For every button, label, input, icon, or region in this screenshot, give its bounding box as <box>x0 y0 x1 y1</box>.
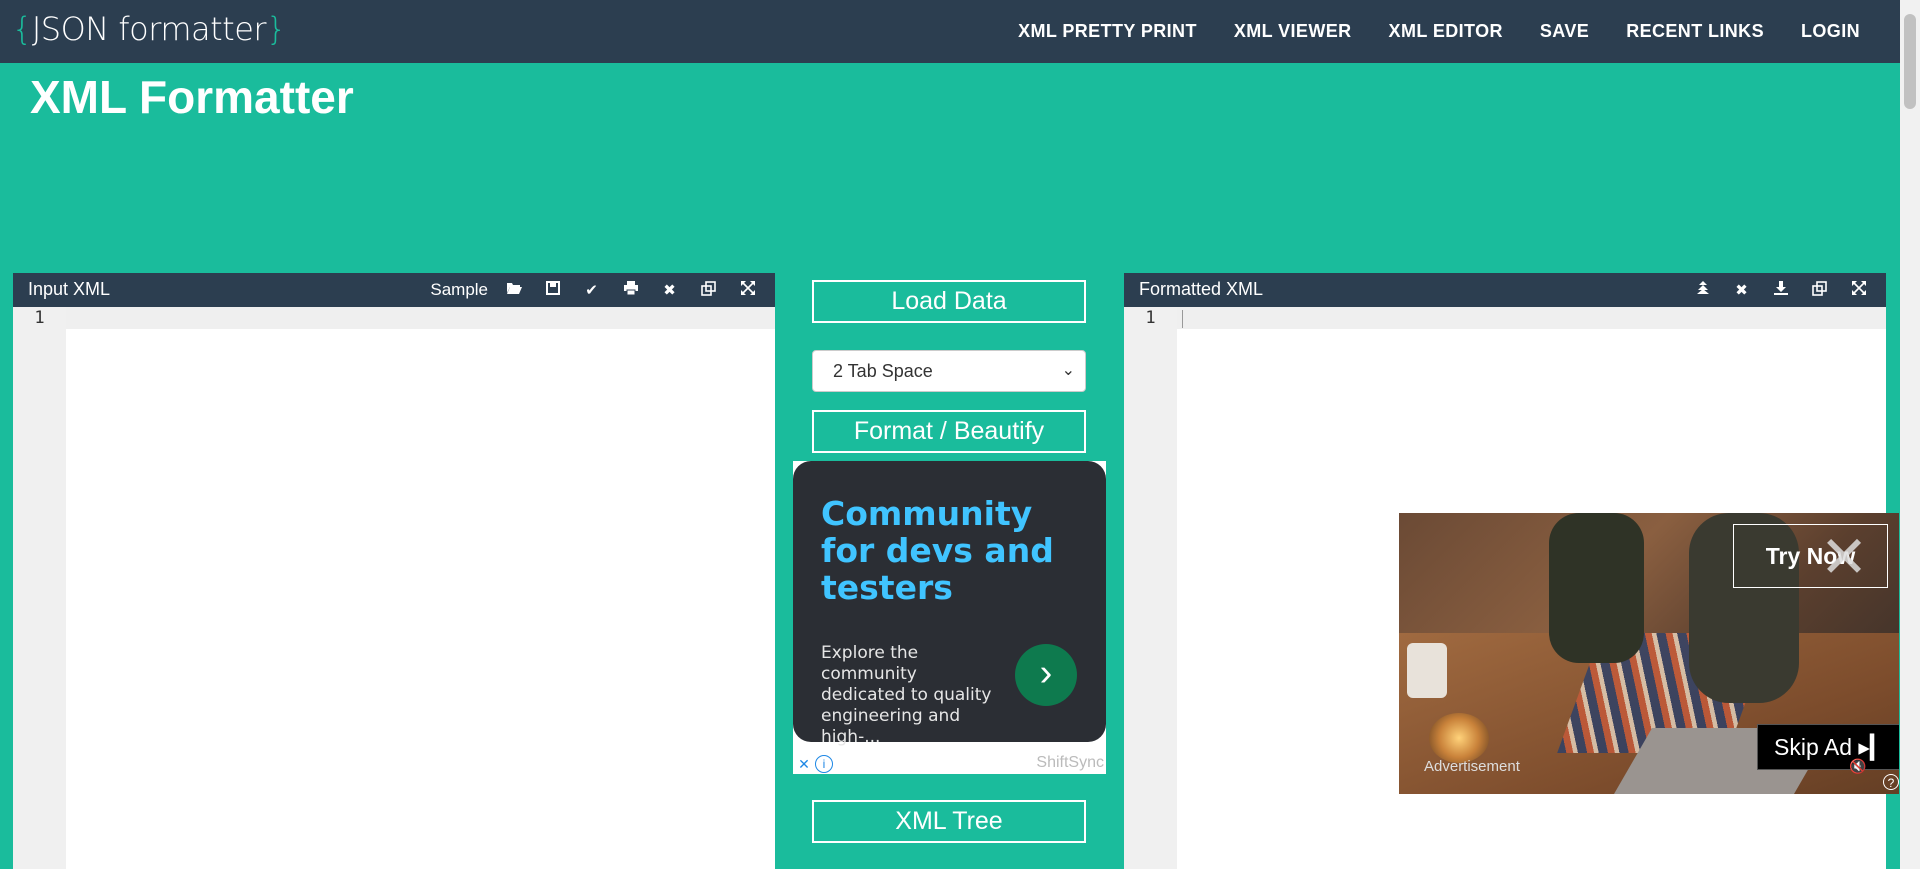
logo-text: JSON formatter <box>31 10 267 48</box>
save-icon[interactable] <box>533 281 572 299</box>
output-panel-title: Formatted XML <box>1139 279 1264 299</box>
nav-xml-pretty-print[interactable]: XML PRETTY PRINT <box>1018 21 1197 42</box>
chevron-down-icon: ⌄ <box>1061 362 1075 379</box>
ad-headline: Community for devs and testers <box>821 494 1054 607</box>
copy-icon[interactable] <box>689 280 728 300</box>
advertisement-label: Advertisement <box>1424 758 1520 775</box>
sample-button[interactable]: Sample <box>430 280 488 300</box>
main-nav: XML PRETTY PRINT XML VIEWER XML EDITOR S… <box>981 0 1860 63</box>
mute-icon[interactable]: 🔇 <box>1849 758 1866 775</box>
input-toolbar: Sample ✔ ✖ <box>430 273 767 307</box>
nav-recent-links[interactable]: RECENT LINKS <box>1626 21 1764 42</box>
ad-footer: ✕ i ShiftSync <box>793 753 1106 774</box>
open-file-icon[interactable] <box>494 281 533 299</box>
nav-login[interactable]: LOGIN <box>1801 21 1860 42</box>
clear-output-icon[interactable]: ✖ <box>1722 281 1761 299</box>
top-navbar: {JSON formatter} XML PRETTY PRINT XML VI… <box>0 0 1900 63</box>
output-panel-header: Formatted XML ✖ <box>1124 273 1886 307</box>
output-gutter <box>1124 307 1177 869</box>
output-line-number: 1 <box>1145 308 1156 328</box>
ad-body: Explore the community dedicated to quali… <box>821 643 992 747</box>
video-ad[interactable]: Try Now ✕ Advertisement Skip Ad ▸▎ 🔇 ? <box>1399 513 1899 794</box>
download-icon[interactable] <box>1761 281 1800 299</box>
scrollbar-thumb[interactable] <box>1904 14 1916 109</box>
input-panel-header: Input XML Sample ✔ ✖ <box>13 273 775 307</box>
load-data-button[interactable]: Load Data <box>812 280 1086 323</box>
video-candle <box>1429 713 1489 763</box>
sponsored-ad[interactable]: Community for devs and testers Explore t… <box>793 461 1106 774</box>
ad-brand: ShiftSync <box>1036 754 1104 771</box>
skip-ad-button[interactable]: Skip Ad ▸▎ <box>1757 724 1899 770</box>
page-title: XML Formatter <box>30 71 354 123</box>
page-scrollbar[interactable] <box>1900 0 1920 869</box>
site-logo[interactable]: {JSON formatter} <box>12 10 286 48</box>
output-toolbar: ✖ <box>1683 273 1878 307</box>
input-editor[interactable] <box>66 307 775 869</box>
chevron-right-icon[interactable]: › <box>1015 644 1077 706</box>
video-cup <box>1407 643 1447 698</box>
input-panel-title: Input XML <box>28 279 111 299</box>
logo-brace-close: } <box>266 10 286 48</box>
indent-select-value: 2 Tab Space <box>833 361 933 381</box>
video-figure <box>1549 513 1644 663</box>
nav-xml-editor[interactable]: XML EDITOR <box>1389 21 1503 42</box>
fullscreen-output-icon[interactable] <box>1839 281 1878 299</box>
ad-close-icon[interactable]: ✕ <box>795 755 813 773</box>
copy-output-icon[interactable] <box>1800 280 1839 300</box>
input-line-number: 1 <box>34 308 45 328</box>
validate-check-icon[interactable]: ✔ <box>572 281 611 299</box>
print-icon[interactable] <box>611 281 650 299</box>
nav-save[interactable]: SAVE <box>1540 21 1589 42</box>
help-icon[interactable]: ? <box>1883 774 1899 790</box>
input-panel: Input XML Sample ✔ ✖ 1 <box>13 273 775 869</box>
clear-icon[interactable]: ✖ <box>650 281 689 299</box>
indent-select[interactable]: 2 Tab Space ⌄ <box>812 350 1086 392</box>
tree-view-icon[interactable] <box>1683 281 1722 299</box>
ad-card[interactable]: Community for devs and testers Explore t… <box>793 461 1106 747</box>
ad-info-icon[interactable]: i <box>815 755 833 773</box>
nav-xml-viewer[interactable]: XML VIEWER <box>1234 21 1352 42</box>
format-beautify-button[interactable]: Format / Beautify <box>812 410 1086 453</box>
fullscreen-icon[interactable] <box>728 281 767 299</box>
input-gutter <box>13 307 66 869</box>
close-icon[interactable]: ✕ <box>1819 529 1869 587</box>
xml-tree-button[interactable]: XML Tree <box>812 800 1086 843</box>
logo-brace-open: { <box>12 10 32 48</box>
